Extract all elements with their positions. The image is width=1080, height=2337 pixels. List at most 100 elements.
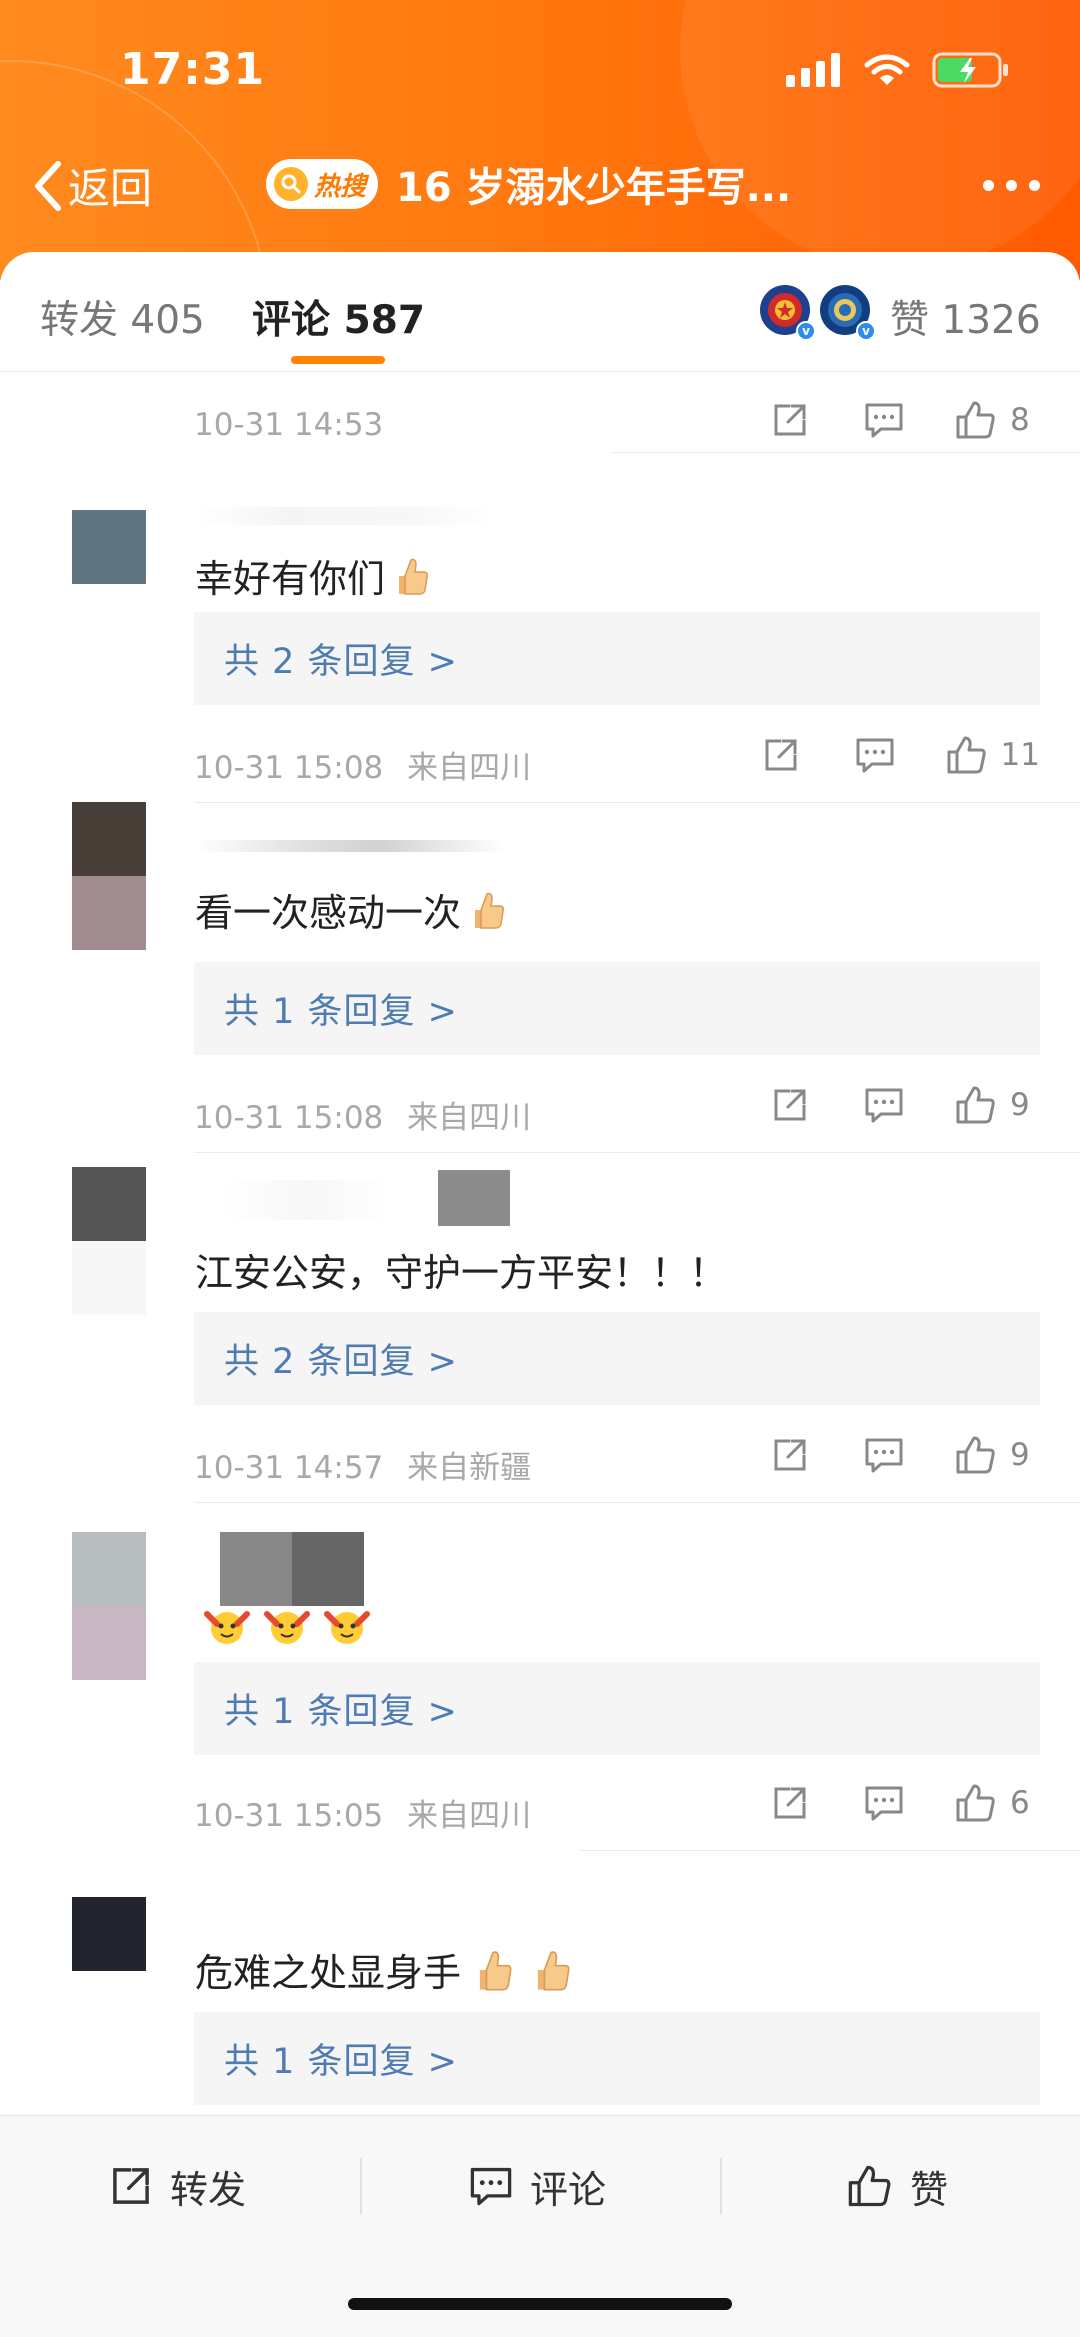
bar-separator — [360, 2158, 362, 2214]
share-icon[interactable] — [757, 735, 805, 775]
header-decoration — [680, 0, 1080, 270]
comment-body: 幸好有你们 — [195, 557, 386, 601]
comments-card: 转发 405 评论 587 v v 赞 1326 10-31 14:53 8 幸… — [0, 252, 1080, 2337]
comment-time: 10-31 15:08 — [194, 1100, 384, 1136]
signal-icon — [786, 53, 840, 87]
wifi-icon — [864, 54, 910, 85]
like-button[interactable]: 9 — [954, 1434, 1040, 1476]
liker-avatars[interactable]: v v — [760, 285, 876, 341]
like-count: 9 — [1010, 1087, 1030, 1123]
comment-location: 来自四川 — [407, 1798, 532, 1834]
share-icon[interactable] — [766, 1085, 814, 1125]
comment-actions: 8 — [766, 399, 1040, 441]
thumbs-up-emoji-icon — [467, 888, 507, 932]
reply-summary[interactable]: 共 1 条回复 > — [194, 2012, 1040, 2105]
repost-button[interactable]: 转发 — [108, 2156, 246, 2216]
comment-divider — [194, 802, 1080, 803]
share-icon[interactable] — [766, 1435, 814, 1475]
chevron-left-icon — [35, 160, 61, 211]
comment-button[interactable]: 评论 — [468, 2156, 606, 2216]
comment-text: 危难之处显身手 — [195, 1942, 577, 1997]
tab-bar: 转发 405 评论 587 v v 赞 1326 — [0, 252, 1080, 372]
comment-location: 来自四川 — [407, 1100, 532, 1136]
thumbs-up-icon — [956, 1784, 995, 1822]
comment-location: 来自新疆 — [407, 1450, 532, 1486]
comment-meta: 10-31 14:57 来自新疆 — [194, 1442, 531, 1487]
status-icons — [786, 52, 1010, 88]
comment-icon[interactable] — [860, 1783, 908, 1823]
agency-emblem-avatar: v — [820, 285, 876, 341]
blurred-username — [195, 1532, 364, 1606]
comment-time: 10-31 14:57 — [194, 1450, 384, 1486]
like-count: 11 — [1000, 737, 1040, 773]
reply-summary-text: 共 1 条回复 > — [224, 1692, 458, 1732]
comment-icon[interactable] — [851, 735, 899, 775]
reply-summary-text: 共 1 条回复 > — [224, 2042, 458, 2082]
home-indicator — [348, 2298, 732, 2310]
salute-emoji-icon — [201, 1604, 373, 1648]
back-button[interactable]: 返回 — [30, 155, 152, 216]
comment-time: 10-31 14:53 — [194, 407, 384, 443]
share-icon[interactable] — [766, 400, 814, 440]
tab-likes[interactable]: 赞 1326 — [890, 289, 1041, 345]
like-button[interactable]: 6 — [954, 1782, 1040, 1824]
comment-actions: 6 — [766, 1782, 1040, 1824]
hot-badge-label: 热搜 — [314, 171, 367, 202]
comment-divider — [580, 1850, 1080, 1851]
page-title: 16 岁溺水少年手写... — [396, 165, 792, 211]
comment-location: 来自四川 — [407, 750, 532, 786]
thumbs-up-icon — [956, 401, 995, 439]
battery-icon — [932, 52, 1008, 88]
repost-label: 转发 — [170, 2167, 247, 2212]
blurred-username — [195, 507, 495, 525]
status-time: 17:31 — [120, 44, 266, 95]
comment-divider — [610, 452, 1080, 453]
tab-active-indicator — [291, 356, 385, 364]
reply-summary[interactable]: 共 2 条回复 > — [194, 612, 1040, 705]
blurred-username — [195, 1170, 510, 1228]
like-button[interactable]: 赞 — [846, 2156, 948, 2216]
reply-summary-text: 共 2 条回复 > — [224, 642, 458, 682]
bar-separator — [720, 2158, 722, 2214]
blurred-username — [195, 840, 505, 852]
share-icon — [113, 2168, 149, 2204]
like-count: 6 — [1010, 1785, 1030, 1821]
comment-icon[interactable] — [860, 1085, 908, 1125]
avatar[interactable] — [72, 802, 146, 950]
avatar[interactable] — [72, 510, 146, 584]
more-options-icon[interactable] — [983, 180, 1040, 191]
thumbs-up-icon — [956, 1436, 995, 1474]
thumbs-up-icon — [947, 736, 986, 774]
comment-meta: 10-31 15:05 来自四川 — [194, 1790, 531, 1835]
thumbs-up-emoji-icon — [391, 554, 431, 598]
hot-search-title[interactable]: 热搜 16 岁溺水少年手写... — [266, 155, 791, 213]
comment-actions: 11 — [757, 734, 1040, 776]
comment-text — [195, 1604, 373, 1648]
comment-actions: 9 — [766, 1434, 1040, 1476]
comment-text: 幸好有你们 — [195, 548, 431, 603]
reply-summary[interactable]: 共 1 条回复 > — [194, 1662, 1040, 1755]
avatar[interactable] — [72, 1167, 146, 1315]
verified-icon: v — [856, 321, 876, 341]
tab-comments[interactable]: 评论 587 — [252, 289, 425, 345]
comment-icon[interactable] — [860, 400, 908, 440]
avatar[interactable] — [72, 1897, 146, 1971]
verified-icon: v — [796, 321, 816, 341]
avatar[interactable] — [72, 1532, 146, 1680]
reply-summary[interactable]: 共 2 条回复 > — [194, 1312, 1040, 1405]
comment-divider — [194, 1502, 1080, 1503]
like-button[interactable]: 9 — [954, 1084, 1040, 1126]
reply-summary[interactable]: 共 1 条回复 > — [194, 962, 1040, 1055]
like-count: 8 — [1010, 402, 1030, 438]
comment-icon — [470, 2167, 512, 2206]
tab-repost[interactable]: 转发 405 — [40, 289, 205, 345]
comment-icon[interactable] — [860, 1435, 908, 1475]
comment-meta: 10-31 14:53 — [194, 407, 383, 443]
comment-actions: 9 — [766, 1084, 1040, 1126]
comment-body: 看一次感动一次 — [195, 891, 462, 935]
search-icon — [274, 167, 308, 201]
like-button[interactable]: 11 — [945, 734, 1040, 776]
share-icon[interactable] — [766, 1783, 814, 1823]
like-button[interactable]: 8 — [954, 399, 1040, 441]
back-label: 返回 — [68, 164, 153, 213]
